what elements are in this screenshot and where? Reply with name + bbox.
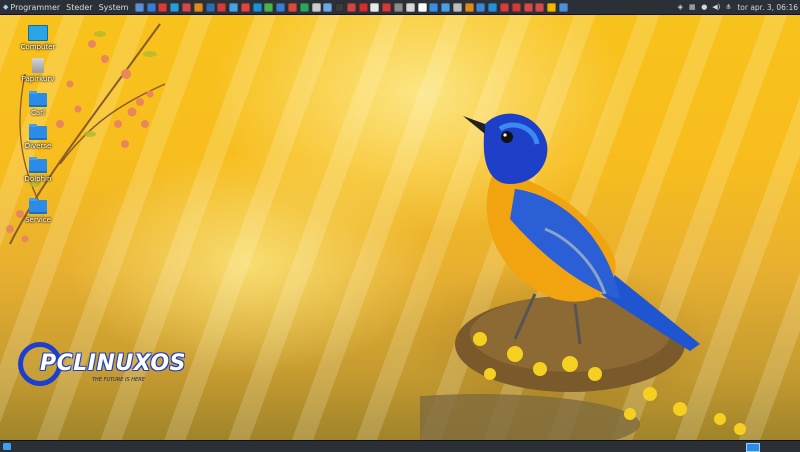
launcher-icon[interactable] xyxy=(358,2,368,12)
dropbox-icon[interactable]: ◈ xyxy=(676,3,684,11)
launcher-icon[interactable] xyxy=(370,2,380,12)
desktop-icon-label: Papirkurv xyxy=(21,75,55,83)
keyboard-icon[interactable]: ▦ xyxy=(688,3,696,11)
launcher-icon[interactable] xyxy=(429,2,439,12)
launcher-icon[interactable] xyxy=(205,2,215,12)
system-tray: ◈ ▦ ● ◀) ⋔ tor apr. 3, 06:16 xyxy=(674,3,800,12)
desktop-icon-label: Carl xyxy=(31,109,45,117)
launcher-icon[interactable] xyxy=(441,2,451,12)
trash-icon xyxy=(32,58,44,73)
menu-system[interactable]: System xyxy=(96,0,132,14)
clock[interactable]: tor apr. 3, 06:16 xyxy=(737,3,798,12)
launcher-icon[interactable] xyxy=(500,2,510,12)
folder-icon xyxy=(29,157,47,173)
launcher-icon[interactable] xyxy=(193,2,203,12)
launcher-icon[interactable] xyxy=(346,2,356,12)
launcher-icon[interactable] xyxy=(240,2,250,12)
launcher-icon[interactable] xyxy=(535,2,545,12)
desktop-icon-label: Dolphin xyxy=(24,175,52,183)
network-icon[interactable]: ⋔ xyxy=(724,3,732,11)
desktop-icon-dolphin[interactable]: Dolphin xyxy=(13,157,63,183)
launcher-icon[interactable] xyxy=(382,2,392,12)
user-icon[interactable]: ● xyxy=(700,3,708,11)
launcher-icon[interactable] xyxy=(323,2,333,12)
folder-icon xyxy=(29,198,47,214)
menu-label: System xyxy=(98,2,129,12)
launcher-icon[interactable] xyxy=(452,2,462,12)
launcher-icon[interactable] xyxy=(523,2,533,12)
desktop-icon-computer[interactable]: Computer xyxy=(13,25,63,51)
bluebird-illustration xyxy=(463,113,700,351)
launcher-icon[interactable] xyxy=(134,2,144,12)
launcher-icon[interactable] xyxy=(158,2,168,12)
desktop-icon-label: Computer xyxy=(20,43,56,51)
launcher-icon[interactable] xyxy=(170,2,180,12)
menu-steder[interactable]: Steder xyxy=(63,0,95,14)
menu-programmer[interactable]: ◆ Programmer xyxy=(0,0,63,14)
volume-icon[interactable]: ◀) xyxy=(712,3,720,11)
desktop-icon-carl[interactable]: Carl xyxy=(13,91,63,117)
launcher-icon[interactable] xyxy=(464,2,474,12)
logo-tagline: THE FUTURE IS HERE xyxy=(92,377,145,383)
launcher-icon[interactable] xyxy=(252,2,262,12)
desktop-icon-label: Diverse xyxy=(24,142,52,150)
launcher-icon[interactable] xyxy=(488,2,498,12)
launcher-icon[interactable] xyxy=(476,2,486,12)
launcher-icon[interactable] xyxy=(547,2,557,12)
menu-label: Programmer xyxy=(10,2,61,12)
launcher-icon[interactable] xyxy=(335,2,345,12)
desktop-icon-trash[interactable]: Papirkurv xyxy=(13,58,63,83)
launcher-icon[interactable] xyxy=(405,2,415,12)
bottom-panel xyxy=(0,440,800,452)
logo-wordmark: PCLINUXOS xyxy=(40,351,186,376)
launcher-bar xyxy=(133,2,569,12)
launcher-icon[interactable] xyxy=(511,2,521,12)
pclinuxos-logo-icon: ◆ xyxy=(3,3,9,11)
computer-icon xyxy=(28,25,48,41)
folder-icon xyxy=(29,124,47,140)
launcher-icon[interactable] xyxy=(229,2,239,12)
desktop-icon-diverse[interactable]: Diverse xyxy=(13,124,63,150)
launcher-icon[interactable] xyxy=(558,2,568,12)
launcher-icon[interactable] xyxy=(417,2,427,12)
launcher-icon[interactable] xyxy=(311,2,321,12)
launcher-icon[interactable] xyxy=(181,2,191,12)
launcher-icon[interactable] xyxy=(276,2,286,12)
pclinuxos-logo: PCLINUXOS THE FUTURE IS HERE xyxy=(18,340,185,392)
launcher-icon[interactable] xyxy=(394,2,404,12)
top-panel: ◆ Programmer Steder System ◈ ▦ ● ◀) ⋔ to… xyxy=(0,0,800,15)
launcher-icon[interactable] xyxy=(146,2,156,12)
desktop-icon-label: Service xyxy=(25,216,51,224)
menu-label: Steder xyxy=(66,2,93,12)
home-folder-icon xyxy=(29,91,47,107)
launcher-icon[interactable] xyxy=(287,2,297,12)
desktop-icon-service[interactable]: Service xyxy=(13,198,63,224)
launcher-icon[interactable] xyxy=(264,2,274,12)
launcher-icon[interactable] xyxy=(299,2,309,12)
launcher-icon[interactable] xyxy=(217,2,227,12)
show-desktop-button[interactable] xyxy=(3,443,11,450)
